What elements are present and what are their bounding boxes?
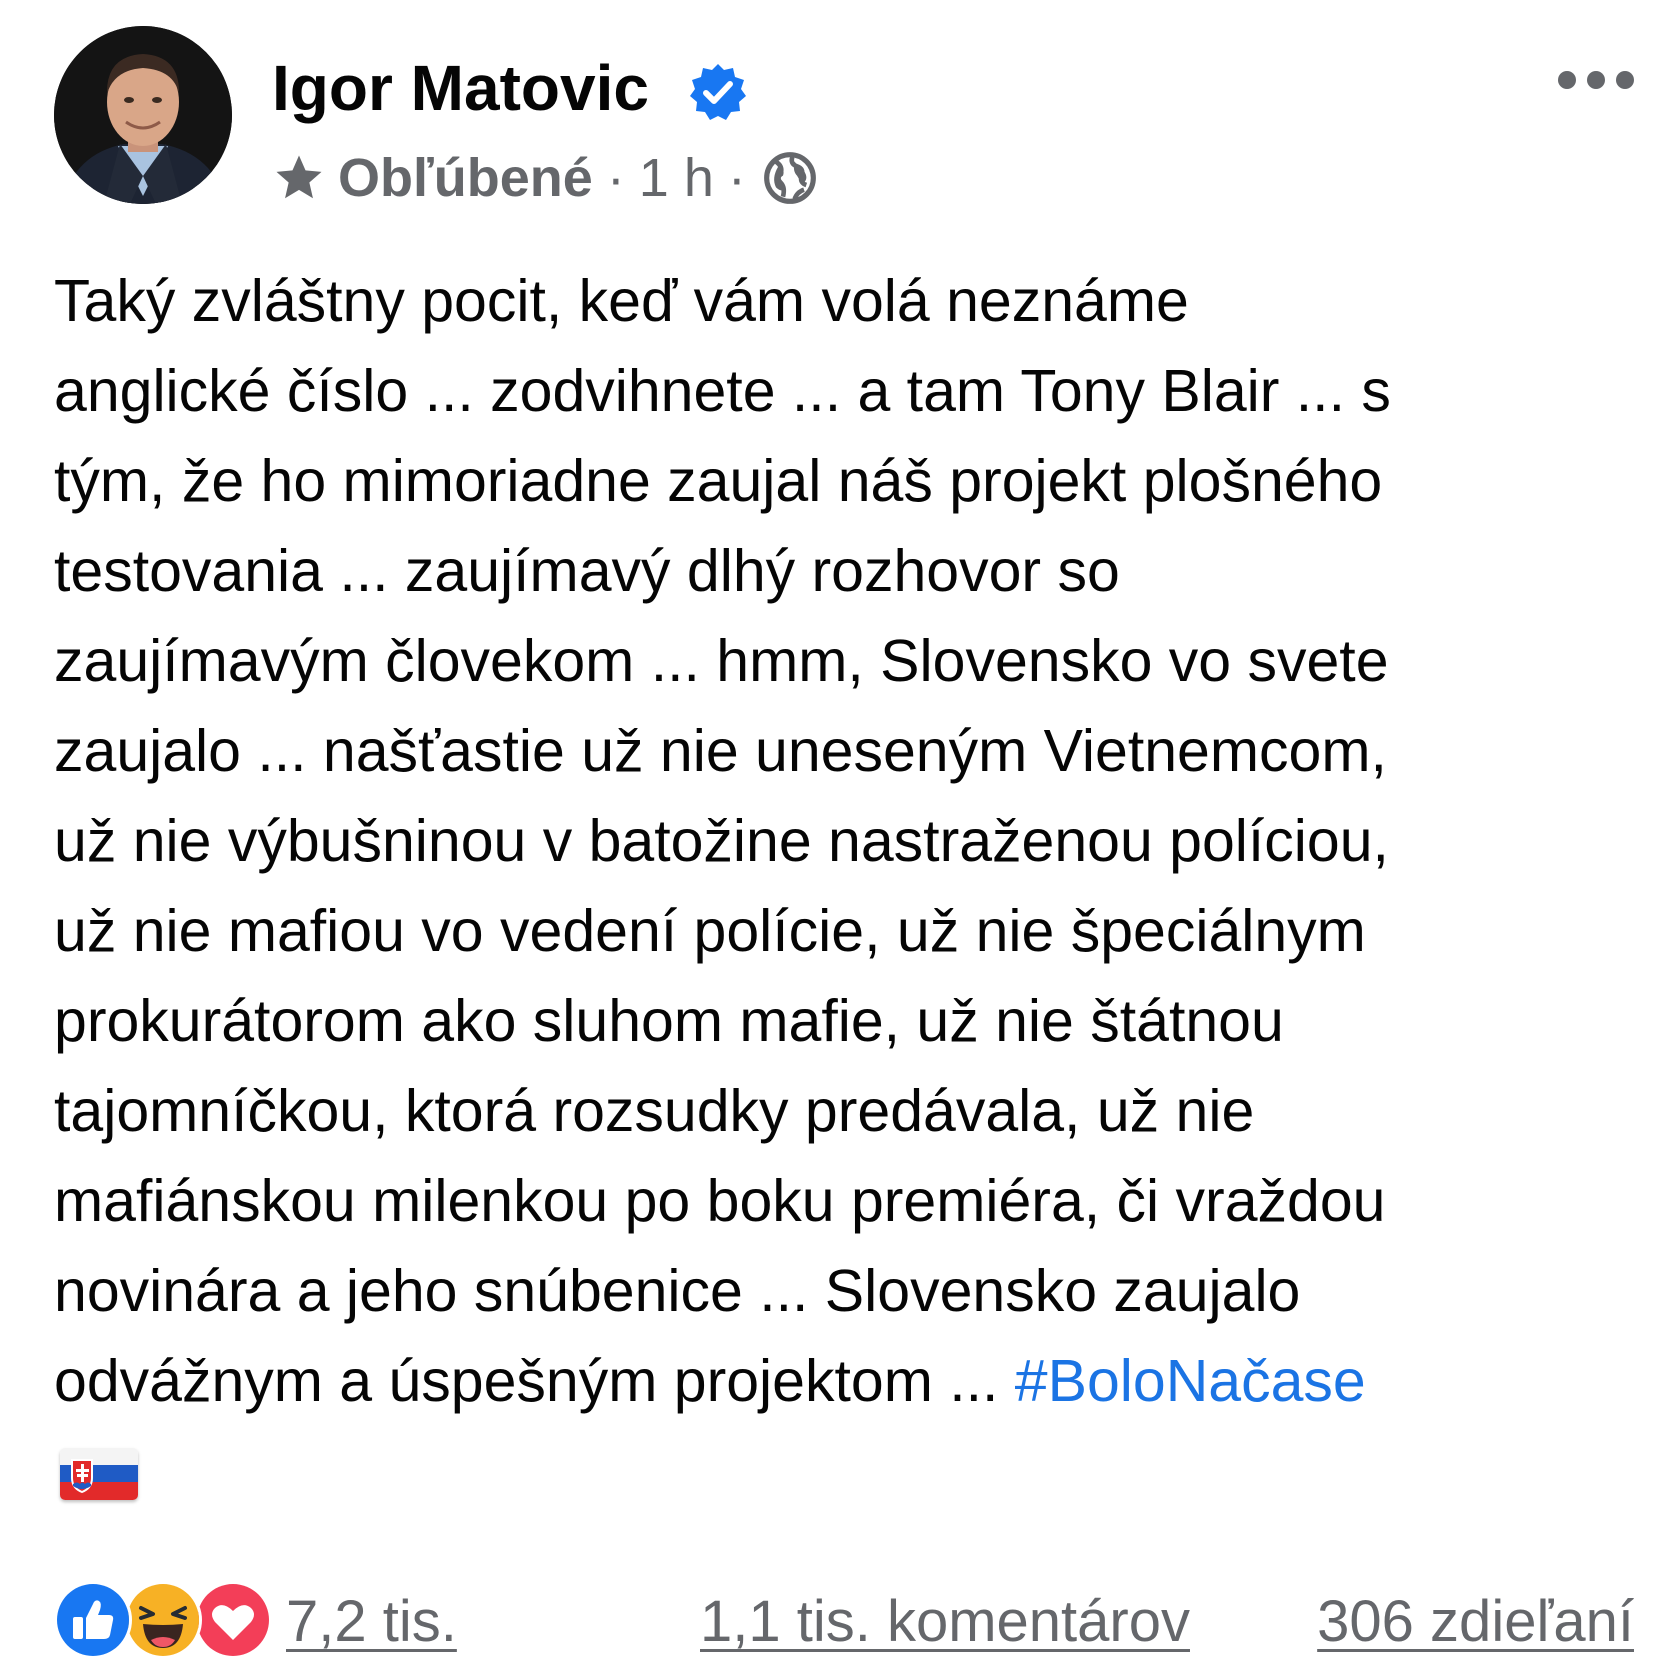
haha-icon xyxy=(124,1581,202,1659)
comments-count-link[interactable]: 1,1 tis. komentárov xyxy=(700,1589,1190,1655)
post-text-last-line: odvážnym a úspešným projektom ... #BoloN… xyxy=(54,1336,1634,1426)
post-text-line: anglické číslo ... zodvihnete ... a tam … xyxy=(54,358,1391,424)
post-text-line: odvážnym a úspešným projektom ... xyxy=(54,1348,1015,1414)
shares-count-link[interactable]: 306 zdieľaní xyxy=(1317,1589,1634,1655)
post-footer: 7,2 tis. 1,1 tis. komentárov 306 zdieľan… xyxy=(54,1575,1634,1663)
reaction-count[interactable]: 7,2 tis. xyxy=(286,1589,457,1655)
post-text-line: tým, že ho mimoriadne zaujal náš projekt… xyxy=(54,448,1383,514)
like-icon xyxy=(54,1581,132,1659)
hashtag-link[interactable]: #BoloNačase xyxy=(1015,1348,1366,1414)
reaction-icons[interactable] xyxy=(54,1581,274,1659)
author-avatar[interactable] xyxy=(54,26,232,204)
author-name[interactable]: Igor Matovic xyxy=(272,56,649,120)
post-text-line: už nie výbušninou v batožine nastraženou… xyxy=(54,808,1389,874)
love-icon xyxy=(194,1581,272,1659)
slovakia-flag-icon xyxy=(60,1448,138,1500)
post-text-line: zaujímavým človekom ... hmm, Slovensko v… xyxy=(54,628,1389,694)
more-dot-icon xyxy=(1558,71,1576,89)
post-text-line: prokurátorom ako sluhom mafie, už nie št… xyxy=(54,988,1284,1054)
avatar-portrait-image xyxy=(54,26,232,204)
verified-badge-icon xyxy=(690,64,746,120)
more-options-button[interactable] xyxy=(1558,60,1634,100)
post-meta: Obľúbené · 1 h · xyxy=(272,148,818,208)
more-dot-icon xyxy=(1616,71,1634,89)
star-icon xyxy=(276,155,322,199)
post-text-line: už nie mafiou vo vedení polície, už nie … xyxy=(54,898,1366,964)
post-time[interactable]: 1 h xyxy=(639,147,714,209)
more-dot-icon xyxy=(1587,71,1605,89)
globe-icon[interactable] xyxy=(762,150,818,206)
post-text-line: novinára a jeho snúbenice ... Slovensko … xyxy=(54,1258,1301,1324)
meta-separator: · xyxy=(727,148,746,208)
post-text-line: testovania ... zaujímavý dlhý rozhovor s… xyxy=(54,538,1120,604)
post-text-line: Taký zvláštny pocit, keď vám volá neznám… xyxy=(54,268,1189,334)
post-text-line: tajomníčkou, ktorá rozsudky predávala, u… xyxy=(54,1078,1255,1144)
audience-label[interactable]: Obľúbené xyxy=(338,147,593,209)
post-body: Taký zvláštny pocit, keď vám volá neznám… xyxy=(54,256,1634,1426)
facebook-post: Igor Matovic Obľúbené · 1 h · Taký zvláš… xyxy=(0,0,1680,1680)
post-text-line: mafiánskou milenkou po boku premiéra, či… xyxy=(54,1168,1386,1234)
meta-separator: · xyxy=(606,148,625,208)
post-header: Igor Matovic Obľúbené · 1 h · xyxy=(54,26,1634,208)
post-text-line: zaujalo ... našťastie už nie uneseným Vi… xyxy=(54,718,1387,784)
